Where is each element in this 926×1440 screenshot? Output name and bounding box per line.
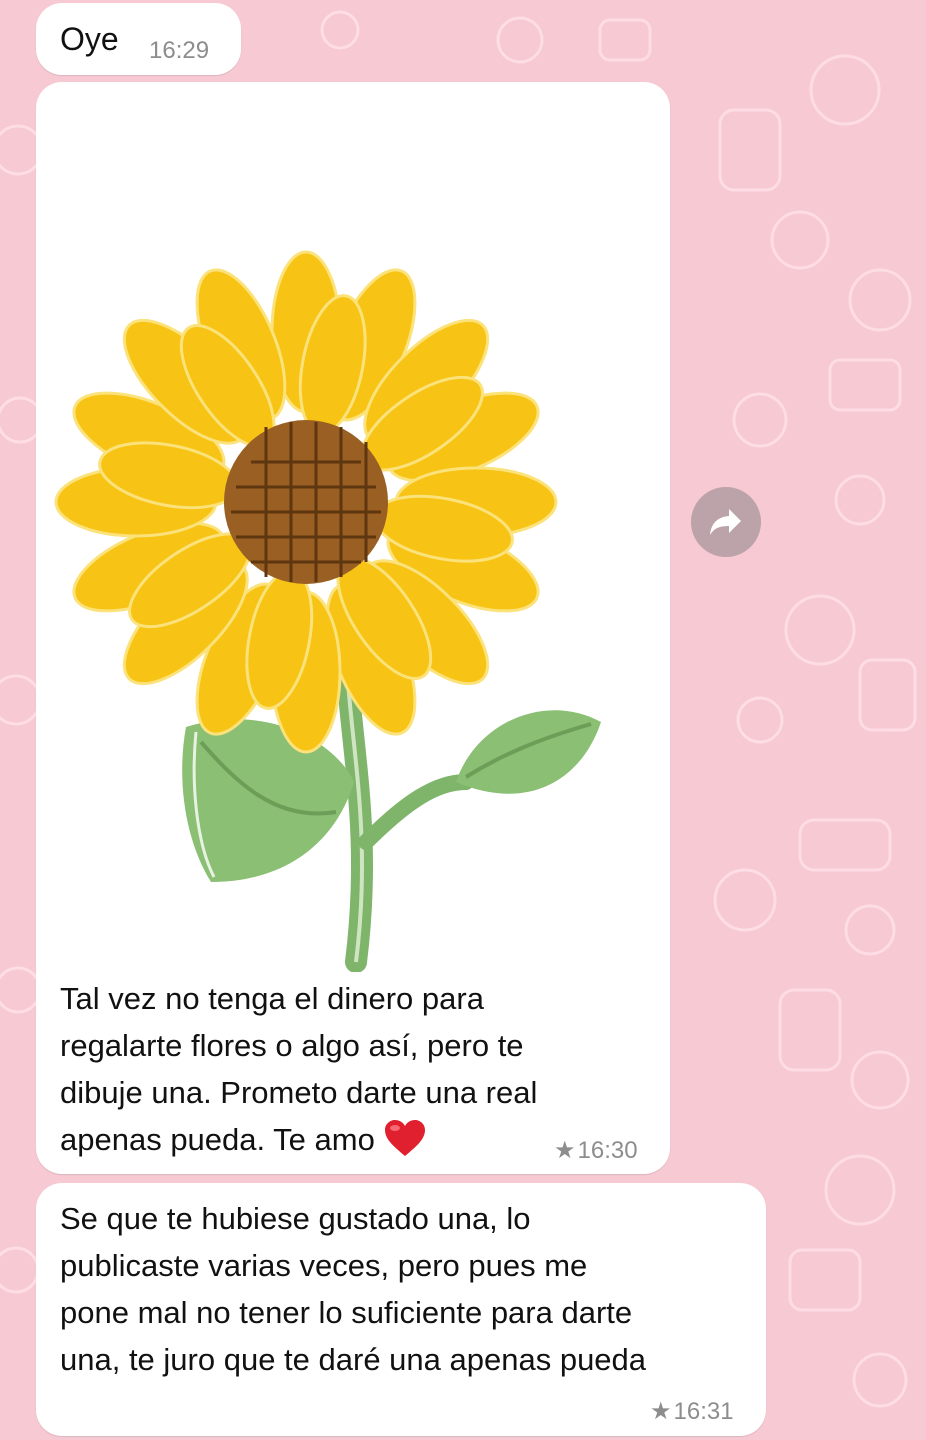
message-text: Tal vez no tenga el dinero para regalart… — [60, 975, 660, 1163]
message-text-content: Tal vez no tenga el dinero para regalart… — [60, 981, 538, 1157]
heart-emoji-icon — [384, 1120, 425, 1156]
star-icon: ★ — [650, 1398, 672, 1425]
star-icon: ★ — [554, 1137, 576, 1164]
forward-button[interactable] — [691, 487, 761, 557]
message-text: Se que te hubiese gustado una, lo public… — [60, 1201, 647, 1377]
message-bubble-sunflower[interactable]: Tal vez no tenga el dinero para regalart… — [36, 82, 670, 1174]
message-text: Oye — [60, 21, 119, 57]
message-bubble-followup[interactable]: Se que te hubiese gustado una, lo public… — [36, 1183, 766, 1436]
message-time-value: 16:31 — [673, 1398, 734, 1425]
message-time: ★16:31 — [650, 1397, 734, 1426]
message-time: 16:29 — [149, 37, 210, 64]
message-time-value: 16:30 — [577, 1137, 638, 1164]
sunflower-image[interactable] — [36, 82, 670, 972]
message-time: ★16:30 — [554, 1136, 638, 1165]
forward-arrow-icon — [710, 509, 741, 535]
message-bubble-oye[interactable]: Oye 16:29 — [36, 3, 241, 75]
